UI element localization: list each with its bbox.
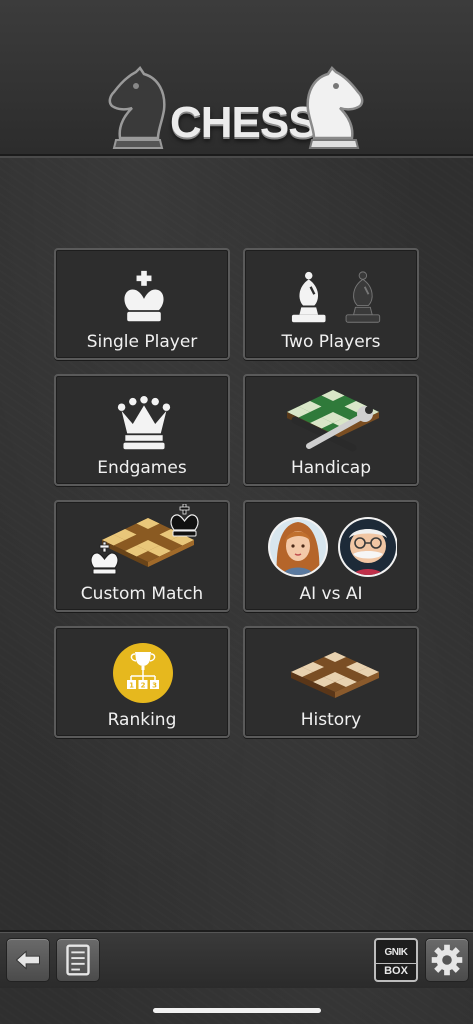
ai-avatars-icon	[268, 517, 397, 577]
ai-vs-ai-label: AI vs AI	[299, 584, 363, 604]
two-players-label: Two Players	[281, 332, 381, 352]
ranking-button[interactable]: 1 2 3 Ranking	[54, 626, 230, 738]
board-icon	[291, 652, 379, 698]
settings-button[interactable]	[425, 938, 469, 982]
brand-line-1: GNIK	[384, 947, 409, 958]
ai-vs-ai-button[interactable]: AI vs AI	[243, 500, 419, 612]
board-wrench-icon	[287, 390, 379, 452]
history-button[interactable]: History	[243, 626, 419, 738]
single-player-button[interactable]: Single Player	[54, 248, 230, 360]
ranking-label: Ranking	[107, 710, 177, 730]
handicap-button[interactable]: Handicap	[243, 374, 419, 486]
custom-match-label: Custom Match	[80, 584, 204, 604]
black-knight-icon	[108, 66, 166, 149]
handicap-label: Handicap	[290, 458, 372, 478]
board-kings-icon	[90, 504, 199, 575]
queen-icon	[117, 396, 171, 450]
white-knight-icon	[306, 66, 364, 149]
rank-place-1: 1	[129, 682, 134, 690]
notes-icon	[66, 944, 90, 976]
endgames-button[interactable]: Endgames	[54, 374, 230, 486]
gear-icon	[431, 944, 463, 976]
back-arrow-icon	[15, 950, 40, 970]
endgames-label: Endgames	[97, 458, 187, 478]
king-icon	[124, 270, 164, 322]
brand-line-2: BOX	[376, 963, 416, 977]
home-indicator[interactable]	[153, 1008, 321, 1013]
bishops-icon	[291, 271, 381, 323]
history-label: History	[300, 710, 362, 730]
rank-place-3: 3	[152, 682, 157, 690]
back-button[interactable]	[6, 938, 50, 982]
header: CHESS	[0, 0, 473, 156]
single-player-label: Single Player	[86, 332, 198, 352]
notes-button[interactable]	[56, 938, 100, 982]
app-title: CHESS	[170, 98, 318, 147]
custom-match-button[interactable]: Custom Match	[54, 500, 230, 612]
trophy-icon: 1 2 3	[112, 642, 174, 704]
gnikbox-logo[interactable]: GNIK BOX	[374, 938, 418, 982]
bottom-toolbar: GNIK BOX	[0, 930, 473, 988]
two-players-button[interactable]: Two Players	[243, 248, 419, 360]
rank-place-2: 2	[141, 682, 146, 690]
